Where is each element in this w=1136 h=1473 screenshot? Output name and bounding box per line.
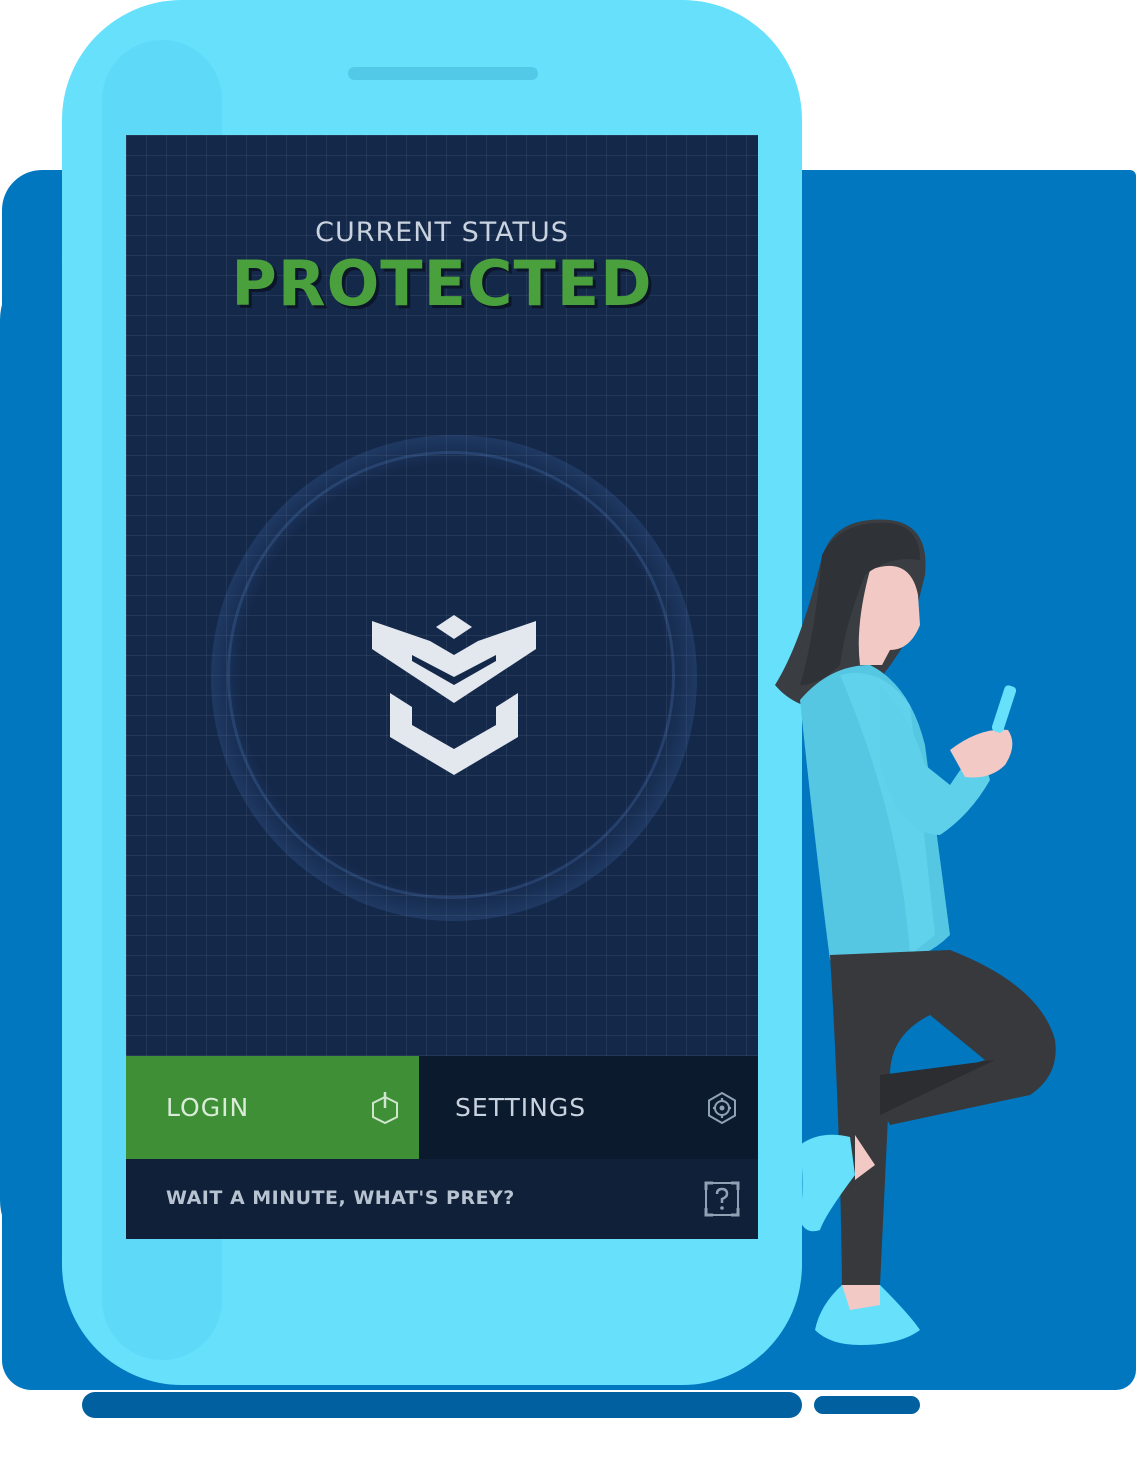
- prey-shield-logo-icon: [372, 615, 536, 775]
- action-bar: LOGIN SETTINGS WAIT A MINUTE, WHAT'S PRE…: [126, 1056, 758, 1239]
- woman-illustration: [775, 519, 1056, 1345]
- status-value: PROTECTED: [231, 247, 653, 320]
- what-is-prey-link[interactable]: WAIT A MINUTE, WHAT'S PREY?: [126, 1159, 758, 1239]
- login-label: LOGIN: [166, 1093, 250, 1122]
- settings-label: SETTINGS: [455, 1093, 587, 1122]
- phone-screen: CURRENT STATUS PROTECTED LOGIN SETTINGS …: [126, 135, 758, 1239]
- person-shadow: [814, 1396, 920, 1414]
- help-icon: [704, 1181, 740, 1217]
- settings-button[interactable]: SETTINGS: [419, 1056, 758, 1159]
- power-icon: [372, 1092, 398, 1125]
- illustration-scene: CURRENT STATUS PROTECTED LOGIN SETTINGS …: [0, 0, 1136, 1473]
- gear-icon: [708, 1092, 736, 1124]
- status-caption: CURRENT STATUS: [315, 217, 569, 248]
- phone-shadow: [82, 1392, 802, 1418]
- login-button[interactable]: LOGIN: [126, 1056, 419, 1159]
- phone-speaker: [348, 67, 538, 80]
- help-label: WAIT A MINUTE, WHAT'S PREY?: [166, 1187, 515, 1209]
